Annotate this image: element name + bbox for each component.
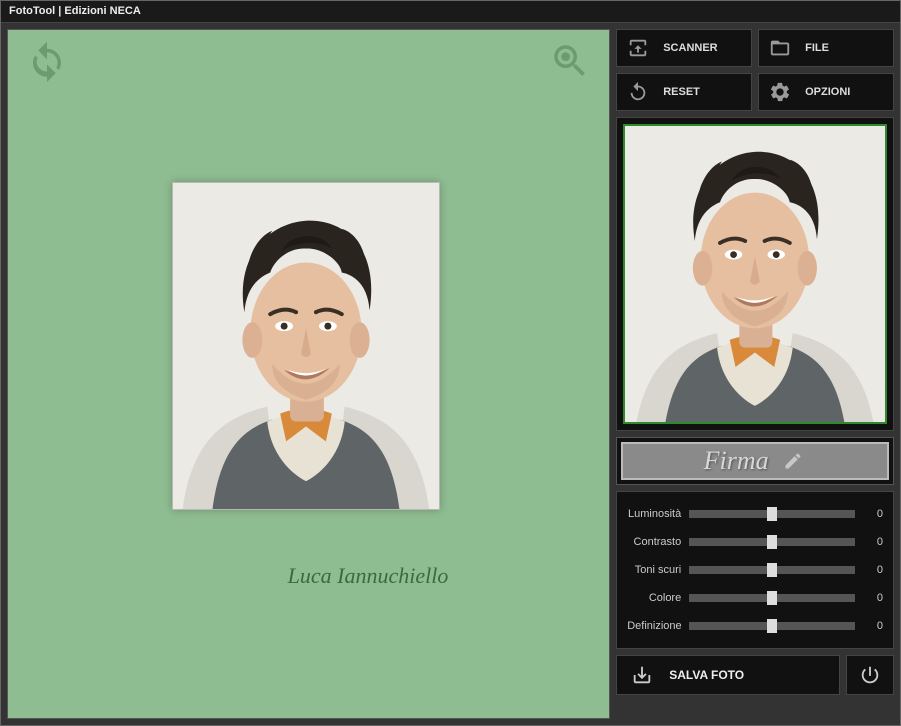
slider-value: 0 (855, 620, 883, 632)
slider-value: 0 (855, 592, 883, 604)
slider-value: 0 (855, 564, 883, 576)
download-icon (631, 664, 653, 686)
scanner-icon (627, 37, 649, 59)
photo-frame[interactable] (172, 182, 440, 510)
pen-icon (779, 451, 807, 471)
file-label: FILE (805, 42, 829, 54)
slider-label: Luminosità (627, 508, 689, 520)
portrait-image (173, 183, 439, 509)
luminosita-slider[interactable] (689, 510, 855, 518)
preview-portrait-image (625, 126, 885, 422)
power-button[interactable] (846, 655, 894, 695)
signature-display: Luca Iannuchiello (258, 563, 478, 603)
gear-icon (769, 81, 791, 103)
firma-label: Firma (704, 446, 769, 476)
rotate-button[interactable] (26, 40, 68, 82)
slider-value: 0 (855, 508, 883, 520)
folder-icon (769, 37, 791, 59)
colore-slider[interactable] (689, 594, 855, 602)
slider-label: Toni scuri (627, 564, 689, 576)
slider-value: 0 (855, 536, 883, 548)
save-photo-button[interactable]: SALVA FOTO (616, 655, 840, 695)
power-icon (859, 664, 881, 686)
options-label: OPZIONI (805, 86, 850, 98)
canvas-area: Luca Iannuchiello (7, 29, 610, 719)
toniscuri-slider[interactable] (689, 566, 855, 574)
file-button[interactable]: FILE (758, 29, 894, 67)
title-bar: FotoTool | Edizioni NECA (1, 1, 900, 23)
zoom-button[interactable] (549, 40, 591, 82)
slider-label: Contrasto (627, 536, 689, 548)
scanner-label: SCANNER (663, 42, 717, 54)
scanner-button[interactable]: SCANNER (616, 29, 752, 67)
firma-button[interactable]: Firma (621, 442, 889, 480)
options-button[interactable]: OPZIONI (758, 73, 894, 111)
preview-photo[interactable] (623, 124, 887, 424)
side-panel: SCANNER FILE RESET OPZIONI (616, 29, 894, 719)
reset-icon (627, 81, 649, 103)
sliders-panel: Luminosità 0 Contrasto 0 Toni scuri 0 Co… (616, 491, 894, 649)
definizione-slider[interactable] (689, 622, 855, 630)
reset-button[interactable]: RESET (616, 73, 752, 111)
reset-label: RESET (663, 86, 700, 98)
save-label: SALVA FOTO (669, 668, 744, 682)
slider-label: Colore (627, 592, 689, 604)
slider-label: Definizione (627, 620, 689, 632)
contrasto-slider[interactable] (689, 538, 855, 546)
preview-box (616, 117, 894, 431)
